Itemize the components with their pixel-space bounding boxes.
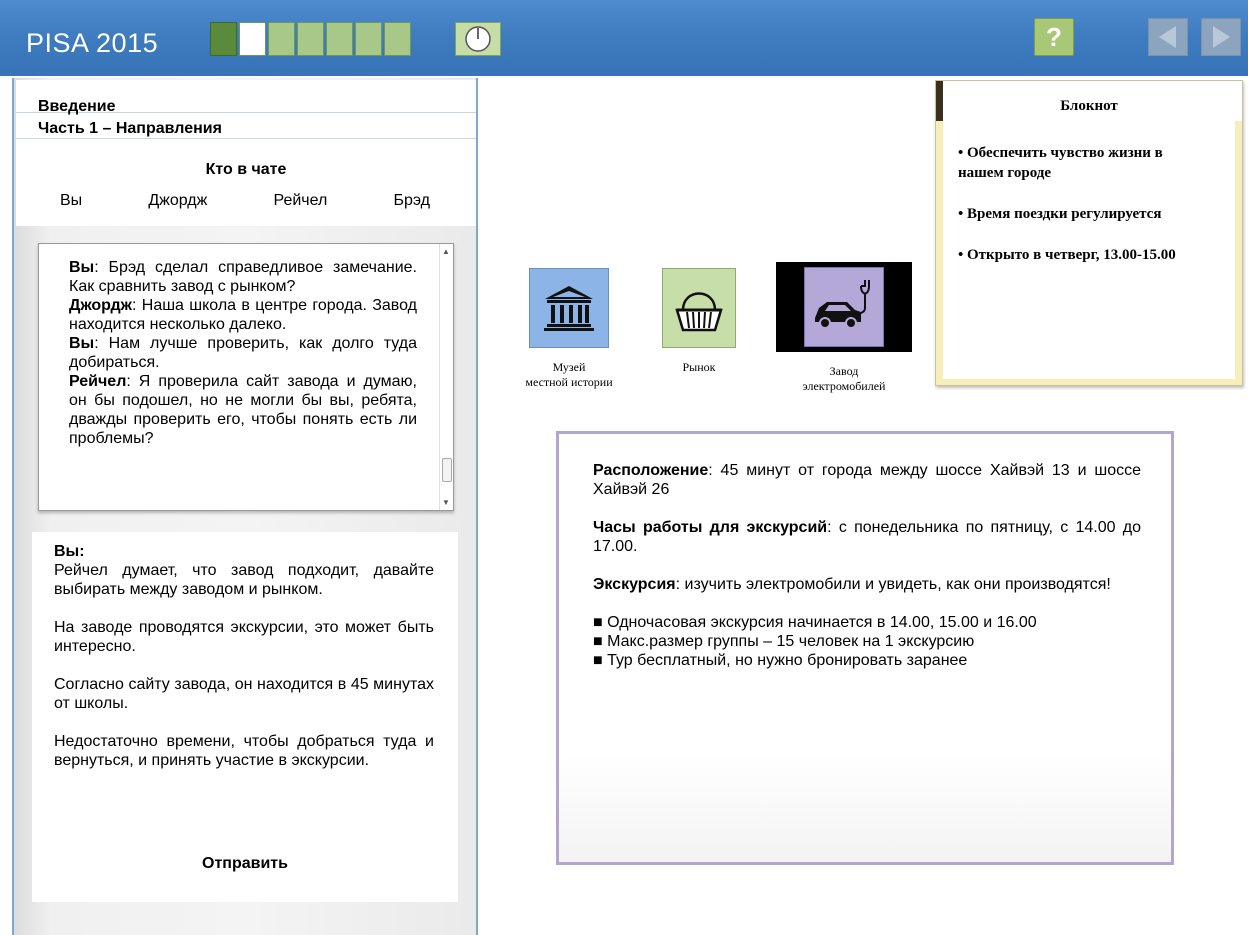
chat-speaker: Рейчел (69, 373, 127, 390)
place-label-line: Завод (829, 364, 859, 378)
scroll-up-icon[interactable]: ▲ (442, 247, 450, 256)
info-label: Экскурсия (593, 576, 676, 593)
back-button[interactable] (1148, 18, 1188, 56)
progress-segment (210, 22, 237, 56)
chat-speaker: Джордж (69, 297, 132, 314)
chat-messages: Вы: Брэд сделал справедливое замечание. … (69, 258, 417, 448)
place-label: Рынок (660, 360, 738, 375)
info-bullet: ■ Тур бесплатный, но нужно бронировать з… (593, 652, 968, 669)
electric-car-icon (815, 280, 870, 329)
chat-members-list: Вы Джордж Рейчел Брэд (60, 192, 430, 210)
factory-info-text: Расположение: 45 минут от города между ш… (593, 461, 1141, 670)
scroll-down-icon[interactable]: ▼ (442, 498, 450, 507)
factory-info-panel: Расположение: 45 минут от города между ш… (556, 431, 1174, 865)
chat-speaker: Вы (69, 259, 95, 276)
place-label: Музей местной истории (506, 360, 632, 390)
help-button[interactable]: ? (1034, 18, 1074, 56)
chat-speaker: Вы (69, 335, 95, 352)
factory-tile[interactable] (804, 267, 884, 347)
progress-segment (326, 22, 353, 56)
progress-segment (355, 22, 382, 56)
info-label: Часы работы для экскурсий (593, 519, 828, 536)
next-button[interactable] (1201, 18, 1241, 56)
chat-member: Джордж (148, 192, 208, 209)
response-options: Вы: Рейчел думает, что завод подходит, д… (32, 532, 458, 902)
place-factory[interactable]: Завод электромобилей (776, 262, 912, 394)
chat-member: Рейчел (273, 192, 328, 209)
arrow-right-icon (1213, 26, 1230, 48)
notepad-list: • Обеспечить чувство жизни в нашем город… (958, 143, 1210, 286)
chat-members-title: Кто в чате (205, 161, 287, 178)
museum-icon (544, 286, 594, 331)
arrow-left-icon (1159, 26, 1176, 48)
notepad-item: • Обеспечить чувство жизни в нашем город… (958, 145, 1163, 181)
chat-log[interactable]: Вы: Брэд сделал справедливое замечание. … (38, 243, 454, 511)
progress-segment (384, 22, 411, 56)
market-tile[interactable] (662, 268, 736, 348)
chat-message: Вы: Брэд сделал справедливое замечание. … (69, 258, 417, 296)
scroll-thumb[interactable] (442, 458, 452, 482)
info-value: : изучить электромобили и увидеть, как о… (675, 576, 1111, 593)
notepad-item: • Время поездки регулируется (958, 206, 1162, 222)
response-option[interactable]: На заводе проводятся экскурсии, это може… (54, 618, 434, 656)
help-icon: ? (1046, 21, 1062, 52)
info-tour: Экскурсия: изучить электромобили и увиде… (593, 575, 1141, 594)
top-bar: PISA 2015 ? (0, 0, 1248, 76)
info-label: Расположение (593, 462, 709, 479)
place-label-line: Музей (552, 360, 586, 374)
info-bullets: ■ Одночасовая экскурсия начинается в 14.… (593, 613, 1141, 670)
chat-member: Вы (60, 192, 83, 209)
info-location: Расположение: 45 минут от города между ш… (593, 461, 1141, 499)
notepad-footer (936, 379, 1242, 385)
section-intro: Введение (38, 98, 116, 115)
response-option[interactable]: Рейчел думает, что завод подходит, давай… (54, 561, 434, 599)
chat-message: Вы: Нам лучше проверить, как долго туда … (69, 334, 417, 372)
notepad: Блокнот • Обеспечить чувство жизни в наш… (935, 80, 1243, 386)
chat-message-text: : Нам лучше проверить, как долго туда до… (69, 335, 417, 371)
basket-icon (675, 292, 723, 332)
place-label-line: Рынок (682, 360, 716, 374)
progress-indicator (210, 22, 413, 58)
chat-message: Рейчел: Я проверила сайт завода и думаю,… (69, 372, 417, 448)
chat-message-text: : Брэд сделал справедливое замечание. Ка… (69, 259, 417, 295)
timer-button[interactable] (455, 22, 501, 56)
clock-icon (465, 26, 491, 52)
progress-segment-current (239, 22, 266, 56)
info-bullet: ■ Макс.размер группы – 15 человек на 1 э… (593, 633, 975, 650)
response-list: Вы: Рейчел думает, что завод подходит, д… (54, 542, 434, 789)
info-hours: Часы работы для экскурсий: с понедельник… (593, 518, 1141, 556)
museum-tile[interactable] (529, 268, 609, 348)
progress-segment (297, 22, 324, 56)
response-option[interactable]: Недостаточно времени, чтобы добраться ту… (54, 732, 434, 770)
place-label: Завод электромобилей (776, 364, 912, 394)
section-part: Часть 1 – Направления (38, 120, 222, 137)
response-speaker: Вы: (54, 543, 85, 560)
progress-segment (268, 22, 295, 56)
chat-message: Джордж: Наша школа в центре города. Заво… (69, 296, 417, 334)
place-label-line: электромобилей (802, 379, 886, 393)
place-museum[interactable]: Музей местной истории (506, 262, 632, 390)
section-title: Введение Часть 1 – Направления (38, 96, 222, 140)
send-button[interactable]: Отправить (32, 855, 458, 873)
place-market[interactable]: Рынок (660, 262, 738, 375)
chat-member: Брэд (393, 192, 430, 209)
notepad-item: • Открыто в четверг, 13.00-15.00 (958, 247, 1176, 263)
app-title: PISA 2015 (26, 28, 159, 58)
chat-scrollbar[interactable]: ▲ ▼ (439, 244, 453, 510)
factory-tile-frame[interactable] (776, 262, 912, 352)
place-label-line: местной истории (525, 375, 613, 389)
info-bullet: ■ Одночасовая экскурсия начинается в 14.… (593, 614, 1037, 631)
response-option[interactable]: Согласно сайту завода, он находится в 45… (54, 675, 434, 713)
notepad-title: Блокнот (1060, 98, 1118, 114)
